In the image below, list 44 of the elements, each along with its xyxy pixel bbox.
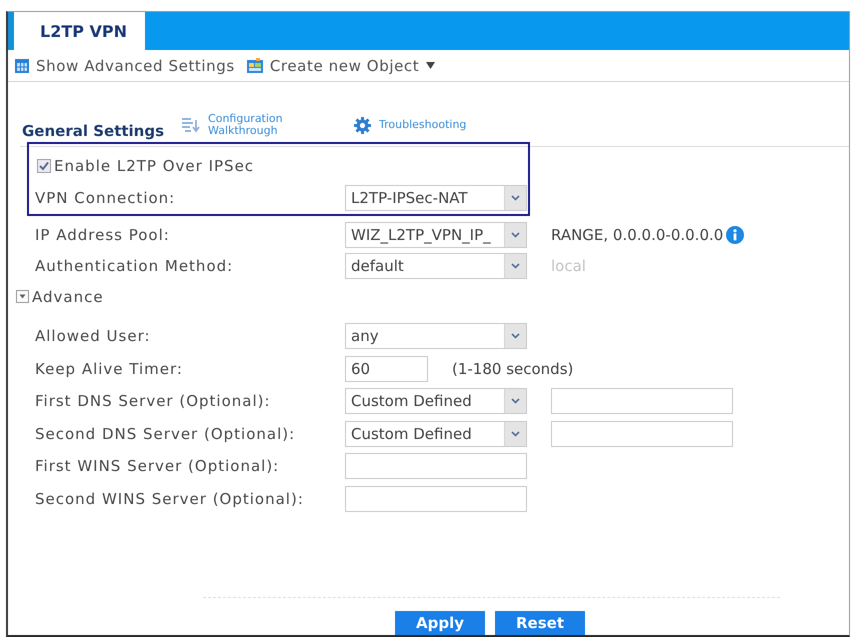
chevron-down-icon	[511, 232, 520, 238]
chevron-down-icon	[511, 195, 520, 201]
tab[interactable]: L2TP VPN	[8, 12, 145, 50]
input-field[interactable]: 60	[345, 356, 428, 382]
field-label: VPN Connection:	[35, 189, 176, 207]
dropdown[interactable]: Custom Defined	[345, 420, 527, 447]
field-note: RANGE, 0.0.0.0-0.0.0.0	[551, 226, 724, 244]
field-label: IP Address Pool:	[35, 226, 170, 244]
field-note: local	[551, 256, 586, 274]
field-label: First DNS Server (Optional):	[35, 392, 271, 410]
chevron-down-icon	[511, 398, 520, 404]
advanced-settings-button[interactable]: Show Advanced Settings	[13, 54, 237, 76]
dropdown[interactable]: any	[345, 323, 527, 350]
advance-toggle[interactable]: Advance	[16, 288, 104, 306]
dropdown[interactable]: L2TP-IPSec-NAT	[345, 185, 527, 211]
input-field[interactable]	[551, 420, 733, 447]
info-icon[interactable]	[726, 226, 744, 244]
field-label: Second DNS Server (Optional):	[35, 424, 296, 443]
list-arrow-icon	[182, 118, 200, 132]
chevron-down-icon	[511, 333, 520, 340]
gear-icon	[354, 116, 372, 134]
checkbox[interactable]	[37, 159, 51, 173]
chevron-down-icon	[511, 430, 520, 437]
apply-button[interactable]: Apply	[395, 611, 485, 635]
app-window-icon	[246, 58, 263, 73]
field-label: Second WINS Server (Optional):	[35, 490, 304, 508]
chevron-down-icon	[511, 262, 520, 268]
dropdown[interactable]: Custom Defined	[345, 388, 527, 414]
section-title: General Settings	[22, 122, 164, 140]
input-field[interactable]	[345, 453, 527, 480]
field-note: (1-180 seconds)	[452, 360, 574, 378]
create-object-button[interactable]: Create new Object	[244, 54, 438, 76]
field-label: Keep Alive Timer:	[35, 360, 183, 378]
field-label: Authentication Method:	[35, 256, 234, 274]
table-icon	[15, 58, 29, 72]
field-label: Allowed User:	[35, 327, 151, 346]
dropdown[interactable]: WIZ_L2TP_VPN_IP_	[345, 222, 527, 248]
checkbox-label: Enable L2TP Over IPSec	[54, 157, 254, 175]
input-field[interactable]	[345, 486, 527, 512]
expand-icon[interactable]	[16, 290, 29, 303]
dropdown[interactable]: default	[345, 252, 527, 278]
input-field[interactable]	[551, 388, 733, 414]
reset-button[interactable]: Reset	[495, 611, 585, 635]
field-label: First WINS Server (Optional):	[35, 457, 280, 476]
